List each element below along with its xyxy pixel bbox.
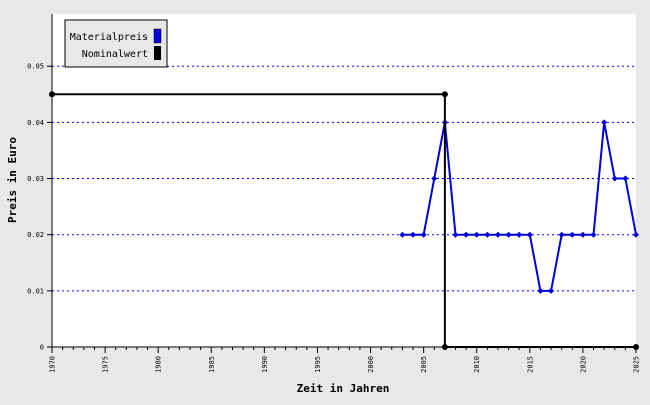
- data-point-nominalwert: [441, 344, 448, 350]
- legend-label-materialpreis: Materialpreis: [70, 32, 148, 43]
- x-tick-label: 2010: [473, 356, 481, 373]
- x-tick-label: 2000: [367, 356, 375, 373]
- x-axis-title: Zeit in Jahren: [297, 382, 390, 395]
- y-axis-title: Preis in Euro: [6, 137, 19, 223]
- y-tick-label: 0.04: [27, 119, 44, 127]
- x-tick-label: 2015: [526, 356, 534, 373]
- x-tick-label: 2025: [633, 356, 641, 373]
- data-point-nominalwert: [441, 91, 448, 98]
- legend-label-nominalwert: Nominalwert: [82, 49, 148, 60]
- x-tick-label: 1990: [261, 356, 269, 373]
- x-tick-label: 2020: [579, 356, 587, 373]
- x-tick-label: 1980: [155, 356, 163, 373]
- x-tick-label: 1970: [49, 356, 57, 373]
- y-tick-label: 0.05: [27, 63, 44, 71]
- legend-swatch-nominalwert: [154, 46, 161, 60]
- legend-swatch-materialpreis: [153, 28, 162, 44]
- x-tick-label: 1975: [102, 356, 110, 373]
- chart-svg: 0 0.01 0.02 0.03 0.04 0.05 1970 1975 1980 1985 199…: [0, 0, 650, 400]
- legend: Materialpreis Nominalwert: [64, 19, 168, 68]
- y-tick-label: 0.01: [27, 287, 44, 295]
- x-tick-label: 1985: [208, 356, 216, 373]
- x-tick-label: 1995: [314, 356, 322, 373]
- data-point-nominalwert: [49, 91, 55, 98]
- x-tick-label: 2005: [420, 356, 428, 373]
- y-tick-label: 0.02: [27, 231, 44, 239]
- price-chart: 0 0.01 0.02 0.03 0.04 0.05 1970 1975 1980 1985 199…: [0, 0, 650, 400]
- y-tick-label: 0: [40, 344, 44, 352]
- y-tick-label: 0.03: [27, 175, 44, 183]
- data-point-nominalwert: [633, 344, 639, 350]
